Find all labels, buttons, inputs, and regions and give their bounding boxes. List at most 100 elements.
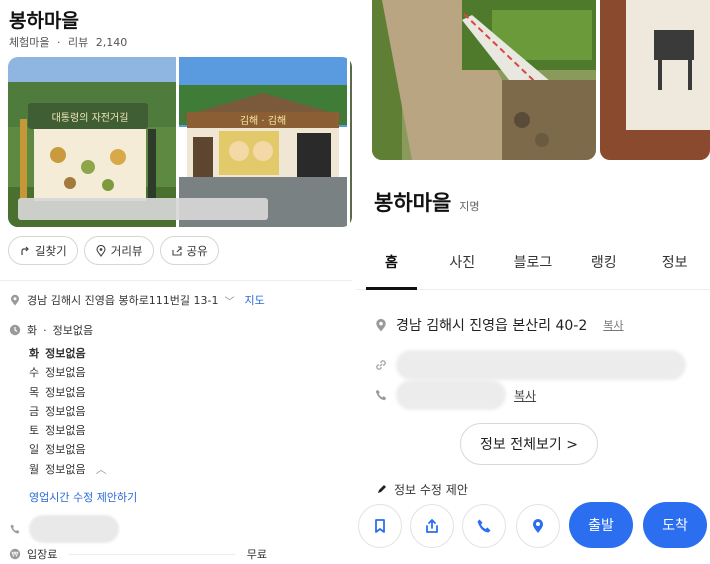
sign-text-2: 김해 · 김해: [240, 114, 286, 127]
hours-row: 금 정보없음: [29, 402, 107, 421]
phone-row: [9, 515, 119, 543]
fee-row: ₩ 입장료 무료: [9, 546, 349, 562]
divider: [0, 280, 352, 281]
tab-info[interactable]: 정보: [639, 238, 710, 289]
place-subtitle: 체험마을 · 리뷰 2,140: [9, 34, 131, 50]
hours-day: 금: [29, 404, 40, 418]
hours-row: 토 정보없음: [29, 421, 107, 440]
directions-label: 길찾기: [35, 243, 67, 258]
review-count[interactable]: 2,140: [96, 36, 128, 49]
depart-button[interactable]: 출발: [569, 502, 633, 548]
street-view-label: 거리뷰: [110, 243, 143, 258]
chevron-down-icon[interactable]: ﹀: [225, 293, 235, 308]
hours-status: 정보없음: [45, 404, 86, 418]
photo-path[interactable]: [372, 0, 596, 160]
svg-text:₩: ₩: [12, 551, 19, 559]
address-text-right: 경남 김해시 진영읍 본산리 40-2: [396, 318, 588, 334]
pencil-icon: [378, 485, 386, 493]
hours-row: 화 정보없음: [29, 344, 107, 363]
street-view-icon: [96, 244, 106, 257]
suggest-edit-link[interactable]: 정보 수정 제안: [376, 482, 468, 496]
hours-status: 정보없음: [45, 347, 86, 360]
address-row: 경남 김해시 진영읍 봉하로111번길 13-1 ﹀ 지도: [9, 292, 265, 308]
tab-blog[interactable]: 블로그: [498, 238, 569, 289]
share-icon: [426, 519, 438, 533]
share-button-right[interactable]: [410, 504, 454, 548]
chevron-up-icon[interactable]: ︿: [96, 460, 107, 479]
hours-summary[interactable]: 화 · 정보없음: [9, 322, 93, 338]
location-button[interactable]: [516, 504, 560, 548]
arrive-button[interactable]: 도착: [643, 502, 707, 548]
clock-icon: [9, 324, 21, 336]
redacted-website: [396, 350, 686, 380]
share-button[interactable]: 공유: [159, 236, 219, 265]
street-view-button[interactable]: 거리뷰: [83, 236, 154, 265]
place-title-right: 봉하마을 지명: [374, 187, 480, 217]
tab-photos[interactable]: 사진: [427, 238, 498, 289]
link-icon: [376, 360, 386, 370]
hours-row: 목 정보없음: [29, 383, 107, 402]
map-link[interactable]: 지도: [245, 292, 265, 308]
phone-icon: [10, 524, 20, 534]
hours-row: 일 정보없음: [29, 440, 107, 459]
photo-3[interactable]: [350, 57, 352, 227]
hours-today-status: 정보없음: [52, 324, 94, 337]
action-buttons: 길찾기 거리뷰 공유: [8, 236, 219, 265]
hours-today-day: 화: [27, 324, 38, 337]
hours-row: 수 정보없음: [29, 363, 107, 382]
more-info-button[interactable]: 정보 전체보기 >: [460, 423, 598, 465]
website-row: [374, 350, 686, 380]
address-row-right: 경남 김해시 진영읍 본산리 40-2 복사: [374, 315, 624, 335]
redacted-phone: [29, 515, 119, 543]
sign-text-1: 대통령의 자전거길: [52, 111, 129, 124]
share-icon: [171, 245, 182, 256]
hours-status: 정보없음: [45, 443, 86, 457]
hours-status: 정보없음: [45, 385, 86, 399]
hours-list: 화 정보없음 수 정보없음 목 정보없음 금 정보없음 토 정보없음 일 정보없음 월 정보없…: [29, 344, 107, 479]
hours-day: 목: [29, 385, 40, 399]
separator: ·: [56, 36, 61, 49]
copy-phone-button[interactable]: 복사: [514, 387, 536, 404]
hours-day: 월: [29, 462, 40, 476]
bookmark-icon: [375, 519, 385, 533]
tab-ranking[interactable]: 랭킹: [568, 238, 639, 289]
place-name: 봉하마을: [374, 191, 452, 215]
hours-row: 월 정보없음 ︿: [29, 460, 107, 479]
category-label: 체험마을: [9, 36, 50, 49]
edit-hours-link[interactable]: 영업시간 수정 제안하기: [29, 489, 137, 505]
phone-icon: [375, 389, 387, 401]
hours-status: 정보없음: [45, 366, 86, 380]
fee-divider: [69, 553, 235, 555]
address-text: 경남 김해시 진영읍 봉하로111번길 13-1: [27, 294, 219, 307]
location-pin-icon: [376, 318, 386, 332]
fee-label: 입장료: [27, 548, 58, 561]
location-pin-icon: [11, 294, 19, 306]
hours-day: 수: [29, 366, 40, 380]
fee-value: 무료: [246, 548, 267, 561]
hours-day: 화: [29, 347, 40, 360]
photo-interior[interactable]: [600, 0, 710, 160]
redacted-phone-right: [396, 380, 506, 410]
directions-button[interactable]: 길찾기: [8, 236, 78, 265]
redacted-overlay: [18, 198, 268, 220]
place-title: 봉하마을: [9, 10, 79, 32]
hours-day: 일: [29, 443, 40, 457]
phone-row-right: 복사: [374, 380, 536, 410]
save-button[interactable]: [358, 504, 402, 548]
right-panel: 봉하마을 지명 홈 사진 블로그 랭킹 정보 경남 김해시 진영읍 본산리 40…: [356, 0, 710, 564]
ticket-icon: ₩: [9, 548, 21, 560]
phone-icon: [477, 519, 491, 533]
map-pin-icon: [533, 519, 543, 533]
review-label[interactable]: 리뷰: [68, 36, 88, 49]
directions-icon: [21, 246, 29, 255]
suggest-edit-label: 정보 수정 제안: [394, 482, 468, 497]
hours-status: 정보없음: [45, 462, 86, 476]
hours-status: 정보없음: [45, 424, 86, 438]
hours-today-sep: ·: [43, 323, 47, 337]
call-button[interactable]: [462, 504, 506, 548]
bottom-action-bar: 출발 도착: [356, 500, 710, 564]
copy-address-button[interactable]: 복사: [603, 317, 623, 333]
tab-home[interactable]: 홈: [356, 238, 427, 290]
hours-day: 토: [29, 424, 40, 438]
tab-bar: 홈 사진 블로그 랭킹 정보: [356, 238, 710, 290]
